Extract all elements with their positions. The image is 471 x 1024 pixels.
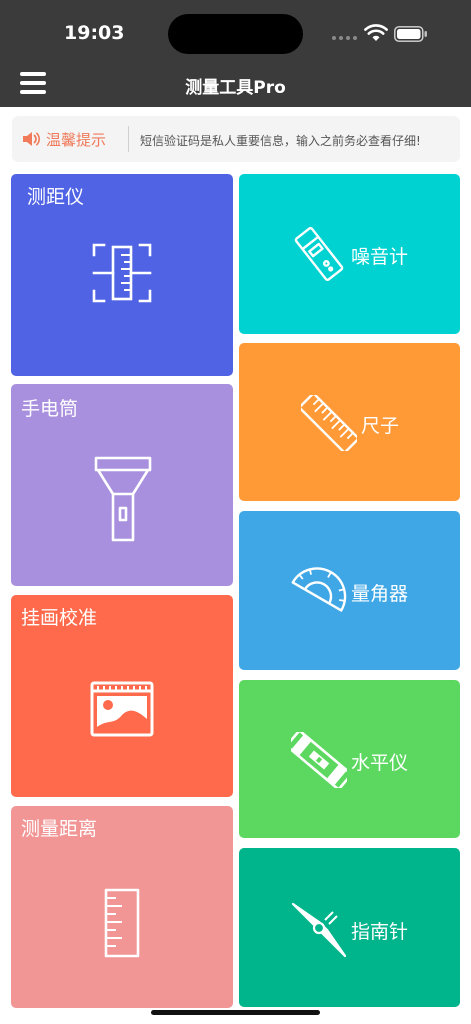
rangefinder-icon <box>92 243 152 303</box>
notice-divider <box>128 126 129 152</box>
notice-label: 温馨提示 <box>46 131 107 149</box>
flashlight-icon <box>94 456 152 542</box>
tile-rangefinder[interactable]: 测距仪 <box>11 174 233 376</box>
spirit-level-icon <box>291 732 347 788</box>
tile-picture-hanging[interactable]: 挂画校准 <box>11 595 233 797</box>
tile-ruler[interactable]: 尺子 <box>239 343 460 501</box>
tile-protractor[interactable]: 量角器 <box>239 511 460 670</box>
protractor-icon <box>291 567 347 612</box>
speaker-icon <box>23 132 40 146</box>
tile-flashlight[interactable]: 手电筒 <box>11 384 233 586</box>
signal-icon <box>332 36 358 44</box>
ruler-vertical-icon <box>104 888 140 958</box>
tile-label: 挂画校准 <box>21 607 98 629</box>
tile-label: 指南针 <box>351 921 409 943</box>
tile-label: 手电筒 <box>21 398 79 420</box>
compass-icon <box>291 902 347 958</box>
tile-label: 水平仪 <box>351 752 409 774</box>
tile-level[interactable]: 水平仪 <box>239 680 460 838</box>
tile-label: 尺子 <box>361 415 400 437</box>
tile-label: 测量距离 <box>21 818 98 840</box>
top-bar: 19:03 测量工具Pro <box>0 0 471 107</box>
ruler-icon <box>301 395 357 451</box>
notice-bar: 温馨提示 短信验证码是私人重要信息，输入之前务必查看仔细! <box>12 116 460 162</box>
tile-measure-distance[interactable]: 测量距离 <box>11 806 233 1008</box>
page-title: 测量工具Pro <box>185 78 286 98</box>
tile-label: 量角器 <box>351 583 409 605</box>
tile-compass[interactable]: 指南针 <box>239 848 460 1007</box>
tile-label: 测距仪 <box>27 186 85 208</box>
status-time: 19:03 <box>64 22 125 44</box>
tile-label: 噪音计 <box>351 246 409 268</box>
noise-meter-icon <box>294 226 344 282</box>
wifi-icon <box>364 24 388 41</box>
home-indicator[interactable] <box>151 1010 320 1015</box>
picture-icon <box>90 681 154 737</box>
tile-noise-meter[interactable]: 噪音计 <box>239 174 460 334</box>
notice-message: 短信验证码是私人重要信息，输入之前务必查看仔细! <box>140 134 421 148</box>
dynamic-island <box>168 14 303 54</box>
battery-icon <box>394 26 427 42</box>
